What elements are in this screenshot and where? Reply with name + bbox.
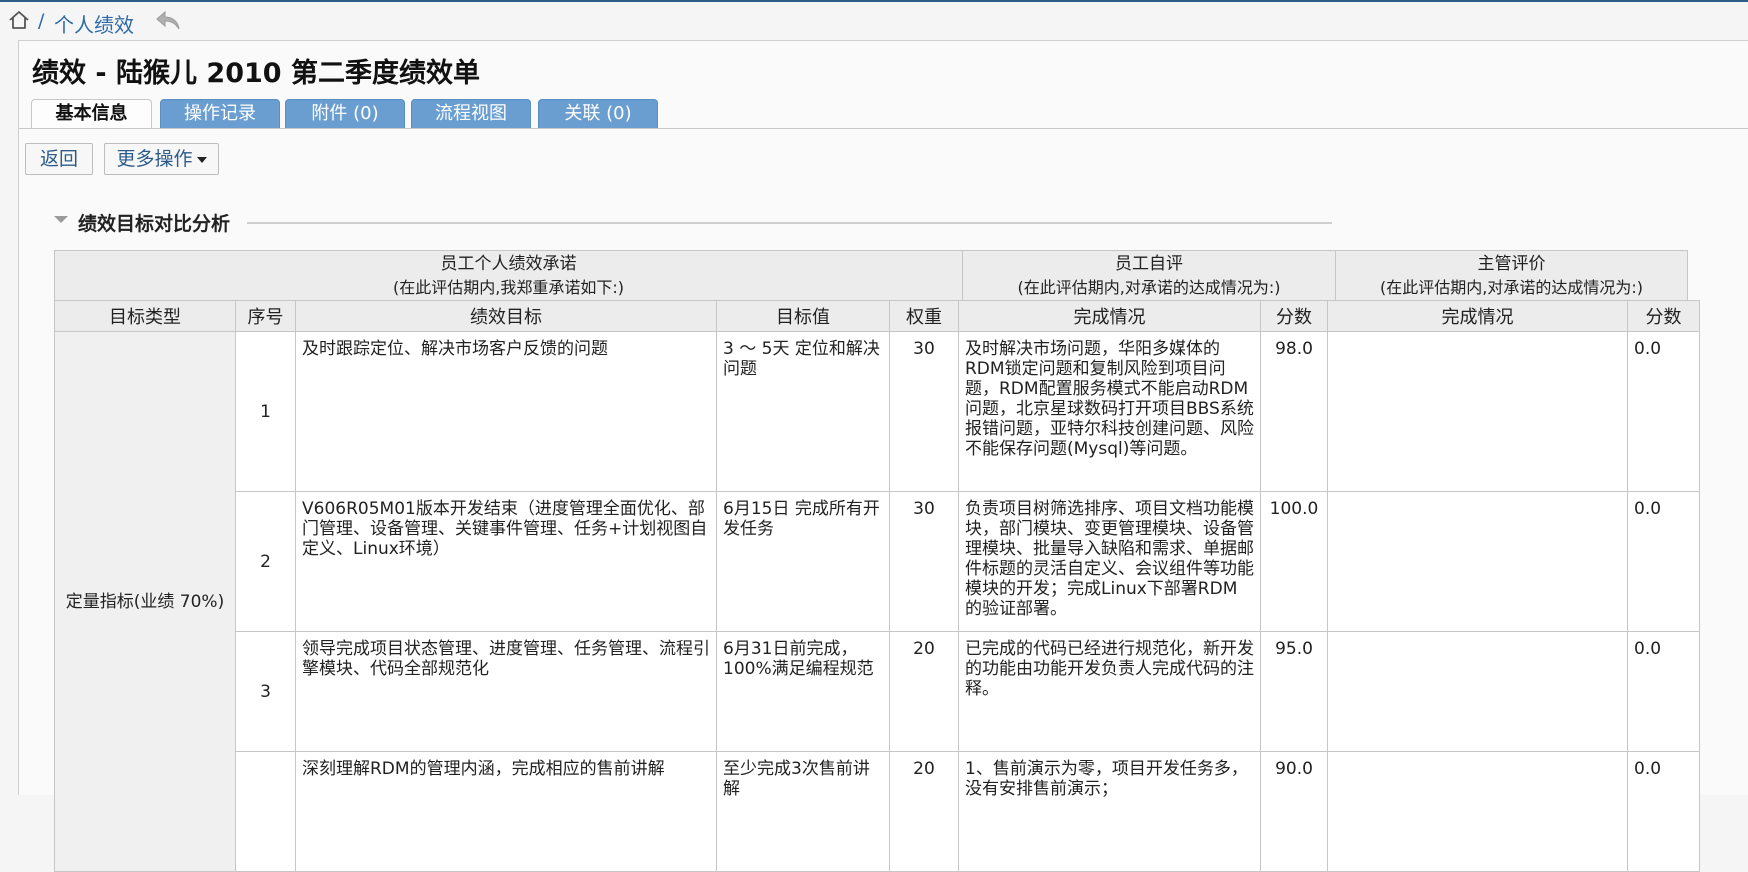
back-arrow-icon[interactable]	[155, 9, 181, 31]
tab-underline	[19, 128, 1748, 129]
row-mgr-status	[1327, 751, 1628, 872]
target-type-cell: 定量指标(业绩 70%)	[54, 331, 236, 872]
row-self-status: 及时解决市场问题，华阳多媒体的RDM锁定问题和复制风险到项目问题，RDM配置服务…	[958, 331, 1261, 492]
row-goal: V606R05M01版本开发结束（进度管理全面优化、部门管理、设备管理、关键事件…	[295, 491, 717, 632]
tab-attachments[interactable]: 附件 (0)	[285, 99, 405, 129]
page-title: 绩效 - 陆猴儿 2010 第二季度绩效单	[32, 58, 480, 89]
row-self-status: 负责项目树筛选排序、项目文档功能模块，部门模块、变更管理模块、设备管理模块、批量…	[958, 491, 1261, 632]
col-mgr-score: 分数	[1627, 300, 1700, 332]
target-type-label: 定量指标(业绩 70%)	[65, 591, 225, 612]
table-row: 2 V606R05M01版本开发结束（进度管理全面优化、部门管理、设备管理、关键…	[55, 491, 1700, 632]
breadcrumb-separator: /	[38, 10, 45, 32]
group-manager-eval: 主管评价 (在此评估期内,对承诺的达成情况为:)	[1335, 250, 1688, 301]
row-target: 3 ～ 5天 定位和解决问题	[716, 331, 890, 492]
row-weight: 20	[889, 751, 959, 872]
group-title: 主管评价	[1477, 253, 1546, 274]
row-target: 6月31日前完成，100%满足编程规范	[716, 631, 890, 752]
col-self-status: 完成情况	[958, 300, 1261, 332]
table-row: 深刻理解RDM的管理内涵，完成相应的售前讲解 至少完成3次售前讲解 20 1、售…	[55, 751, 1700, 872]
tab-flow-view[interactable]: 流程视图	[411, 99, 531, 129]
col-no: 序号	[235, 300, 296, 332]
group-title: 员工个人绩效承诺	[440, 253, 577, 274]
row-self-status: 已完成的代码已经进行规范化，新开发的功能由功能开发负责人完成代码的注释。	[958, 631, 1261, 752]
more-actions-button[interactable]: 更多操作	[104, 143, 219, 175]
home-icon[interactable]	[8, 10, 30, 30]
collapse-triangle-icon[interactable]	[54, 216, 68, 223]
row-mgr-status	[1327, 331, 1628, 492]
group-commitment: 员工个人绩效承诺 (在此评估期内,我郑重承诺如下:)	[54, 250, 963, 301]
row-no: 3	[235, 631, 296, 752]
row-no	[235, 751, 296, 872]
row-mgr-score: 0.0	[1627, 751, 1700, 872]
row-weight: 20	[889, 631, 959, 752]
col-target-type: 目标类型	[54, 300, 236, 332]
section-divider	[247, 222, 1332, 224]
col-self-score: 分数	[1260, 300, 1328, 332]
table-row: 3 领导完成项目状态管理、进度管理、任务管理、流程引擎模块、代码全部规范化 6月…	[55, 631, 1700, 752]
section-title: 绩效目标对比分析	[78, 213, 231, 235]
row-goal: 深刻理解RDM的管理内涵，完成相应的售前讲解	[295, 751, 717, 872]
tab-relations[interactable]: 关联 (0)	[538, 99, 658, 129]
row-no: 1	[235, 331, 296, 492]
row-weight: 30	[889, 331, 959, 492]
col-weight: 权重	[889, 300, 959, 332]
row-self-status: 1、售前演示为零，项目开发任务多，没有安排售前演示；	[958, 751, 1261, 872]
breadcrumb-current[interactable]: 个人绩效	[54, 9, 134, 38]
row-self-score: 90.0	[1260, 751, 1328, 872]
performance-table: 目标类型 序号 绩效目标 目标值 权重 完成情况 分数 完成情况 分数 定量指标…	[54, 300, 1700, 872]
breadcrumb: / 个人绩效	[0, 2, 1748, 38]
caret-down-icon	[196, 156, 207, 163]
col-target-value: 目标值	[716, 300, 890, 332]
group-self-eval: 员工自评 (在此评估期内,对承诺的达成情况为:)	[962, 250, 1336, 301]
group-subtitle: (在此评估期内,对承诺的达成情况为:)	[1017, 277, 1281, 297]
row-mgr-score: 0.0	[1627, 331, 1700, 492]
row-self-score: 100.0	[1260, 491, 1328, 632]
row-target: 至少完成3次售前讲解	[716, 751, 890, 872]
row-mgr-score: 0.0	[1627, 631, 1700, 752]
group-subtitle: (在此评估期内,对承诺的达成情况为:)	[1380, 277, 1643, 297]
row-mgr-status	[1327, 631, 1628, 752]
back-button[interactable]: 返回	[25, 143, 93, 175]
more-actions-label: 更多操作	[116, 148, 193, 170]
row-goal: 领导完成项目状态管理、进度管理、任务管理、流程引擎模块、代码全部规范化	[295, 631, 717, 752]
tab-basic-info[interactable]: 基本信息	[31, 99, 152, 129]
back-button-label: 返回	[39, 148, 78, 170]
col-goal: 绩效目标	[295, 300, 717, 332]
row-target: 6月15日 完成所有开发任务	[716, 491, 890, 632]
group-subtitle: (在此评估期内,我郑重承诺如下:)	[393, 277, 624, 297]
row-self-score: 98.0	[1260, 331, 1328, 492]
tab-operation-log[interactable]: 操作记录	[160, 99, 280, 129]
row-weight: 30	[889, 491, 959, 632]
row-self-score: 95.0	[1260, 631, 1328, 752]
table-group-header: 员工个人绩效承诺 (在此评估期内,我郑重承诺如下:) 员工自评 (在此评估期内,对承…	[54, 250, 1688, 301]
row-no: 2	[235, 491, 296, 632]
col-mgr-status: 完成情况	[1327, 300, 1628, 332]
content-panel: 绩效 - 陆猴儿 2010 第二季度绩效单 基本信息 操作记录 附件 (0) 流…	[18, 40, 1748, 872]
row-goal: 及时跟踪定位、解决市场客户反馈的问题	[295, 331, 717, 492]
group-title: 员工自评	[1115, 253, 1183, 274]
table-row: 定量指标(业绩 70%) 1 及时跟踪定位、解决市场客户反馈的问题 3 ～ 5天…	[54, 331, 1700, 872]
row-mgr-status	[1327, 491, 1628, 632]
row-mgr-score: 0.0	[1627, 491, 1700, 632]
